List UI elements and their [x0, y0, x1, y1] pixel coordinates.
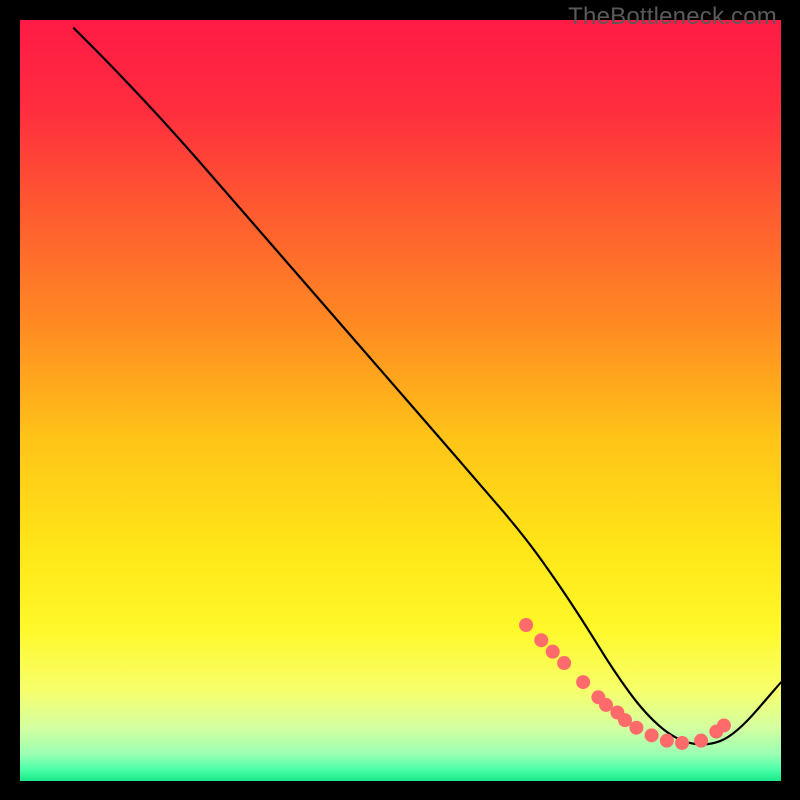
valley-dot: [660, 734, 674, 748]
valley-dot: [576, 675, 590, 689]
valley-dot: [599, 698, 613, 712]
valley-dot: [519, 618, 533, 632]
watermark-text: TheBottleneck.com: [568, 3, 777, 31]
valley-dot: [694, 734, 708, 748]
valley-dot: [629, 721, 643, 735]
valley-dot: [675, 736, 689, 750]
valley-dot: [546, 645, 560, 659]
chart-svg: [20, 20, 781, 781]
valley-dot: [557, 656, 571, 670]
valley-dot: [717, 718, 731, 732]
valley-dot: [645, 728, 659, 742]
valley-dot: [618, 713, 632, 727]
chart-frame: [20, 20, 781, 781]
chart-background: [20, 20, 781, 781]
valley-dot: [534, 633, 548, 647]
